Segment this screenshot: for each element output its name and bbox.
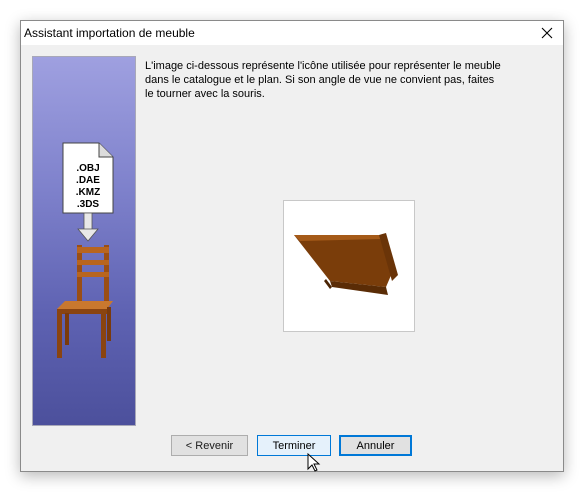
back-button[interactable]: < Revenir [171, 435, 248, 456]
wizard-side-panel: .OBJ .DAE .KMZ .3DS [32, 56, 136, 426]
import-illustration: .OBJ .DAE .KMZ .3DS [57, 142, 114, 358]
close-button[interactable] [531, 21, 563, 45]
format-obj: .OBJ [76, 163, 99, 174]
instructions-text: L'image ci-dessous représente l'icône ut… [145, 60, 501, 100]
close-icon [541, 27, 553, 39]
mouse-pointer-icon [307, 453, 321, 472]
format-dae: .DAE [76, 175, 100, 186]
format-3ds: .3DS [77, 199, 100, 210]
shelf-model-icon [294, 233, 398, 295]
chair-icon [57, 245, 113, 358]
window-title: Assistant importation de meuble [24, 26, 195, 40]
format-kmz: .KMZ [76, 187, 100, 198]
title-bar: Assistant importation de meuble [21, 21, 563, 45]
import-furniture-dialog: Assistant importation de meuble .OBJ .DA… [20, 20, 564, 472]
model-preview[interactable] [283, 200, 415, 332]
cancel-button[interactable]: Annuler [339, 435, 412, 456]
arrow-down-icon [77, 212, 99, 242]
